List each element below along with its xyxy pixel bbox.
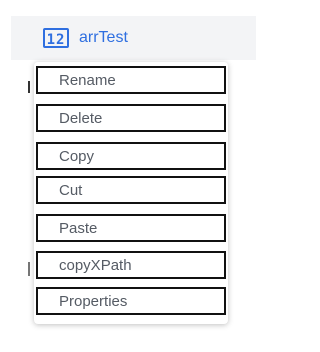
tree-node-row[interactable]: 12 arrTest: [11, 16, 256, 60]
context-menu: Rename Delete Copy Cut Paste copyXPath P…: [34, 62, 228, 324]
menu-item-cut[interactable]: Cut: [36, 176, 226, 204]
node-label[interactable]: arrTest: [79, 29, 128, 47]
menu-item-paste[interactable]: Paste: [36, 214, 226, 242]
menu-item-rename[interactable]: Rename: [36, 66, 226, 94]
divider: [28, 81, 30, 93]
number-array-icon: 12: [43, 28, 69, 48]
menu-item-properties[interactable]: Properties: [36, 287, 226, 315]
menu-item-copy[interactable]: Copy: [36, 142, 226, 170]
menu-item-delete[interactable]: Delete: [36, 104, 226, 132]
divider: [28, 262, 30, 276]
menu-item-copy-xpath[interactable]: copyXPath: [36, 251, 226, 279]
